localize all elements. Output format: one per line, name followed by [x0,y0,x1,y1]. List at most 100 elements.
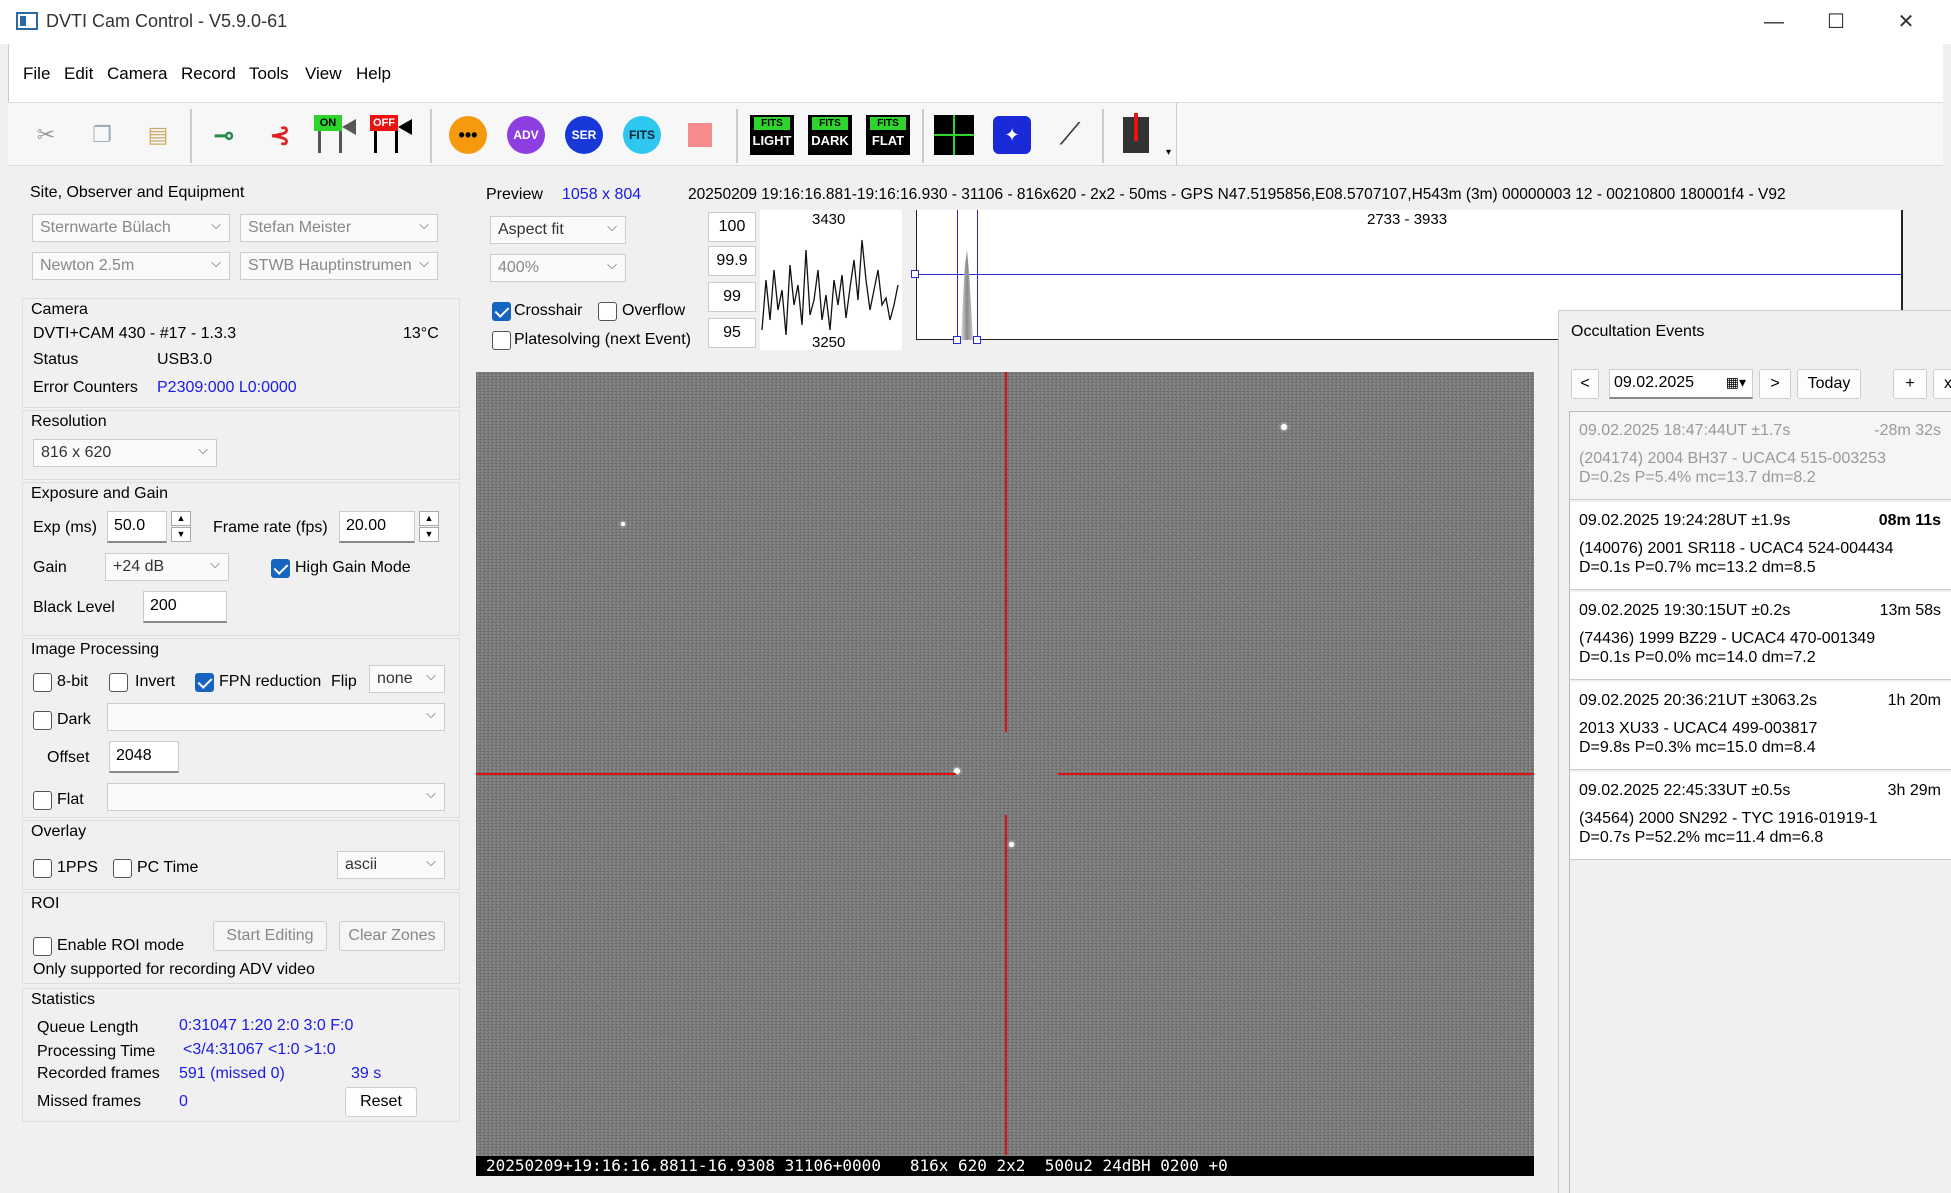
toolbar-overflow-icon[interactable]: ▾ [1166,147,1171,158]
zoom-select[interactable]: 400% ⌵ [490,254,626,282]
roi-enable-checkbox[interactable] [33,937,52,956]
menu-help[interactable]: Help [356,64,391,84]
histogram-peak [961,250,973,340]
list-item[interactable]: 09.02.2025 19:30:15UT ±0.2s 13m 58s (744… [1570,592,1951,680]
camera-off-button[interactable]: OFF [368,111,416,159]
record-adv-button[interactable]: ADV [502,111,550,159]
paste-button[interactable]: ▤ [134,111,182,159]
menu-view[interactable]: View [305,64,342,84]
stop-record-button[interactable] [676,111,724,159]
invert-checkbox[interactable] [109,673,128,692]
start-editing-button[interactable]: Start Editing [213,921,327,951]
exp-input[interactable]: 50.0 [107,511,167,543]
minimize-button[interactable]: — [1744,6,1804,38]
today-button[interactable]: Today [1797,369,1861,399]
flat-file-select[interactable]: ⌵ [107,783,445,811]
record-options-button[interactable]: ••• [444,111,492,159]
list-item[interactable]: 09.02.2025 18:47:44UT ±1.7s -28m 32s (20… [1570,412,1951,500]
connect-button[interactable]: ⊸ [200,111,248,159]
clear-zones-button[interactable]: Clear Zones [339,921,445,951]
overlay-format-select[interactable]: ascii ⌵ [337,851,445,879]
histogram-min-marker[interactable] [957,210,958,340]
app-icon [16,12,38,30]
record-fits-button[interactable]: FITS [618,111,666,159]
level-99-box[interactable]: 99 [708,282,756,312]
add-event-button[interactable]: + [1893,369,1927,399]
error-counters-label: Error Counters [33,379,138,396]
histogram-max-marker[interactable] [977,210,978,340]
instrument-select[interactable]: STWB Hauptinstrumen ⌵ [240,252,438,280]
camera-group-title: Camera [31,301,88,318]
high-gain-checkbox[interactable] [271,559,290,578]
gain-select[interactable]: +24 dB ⌵ [105,553,229,581]
platesolve-button[interactable]: ✦ [988,111,1036,159]
resolution-select[interactable]: 816 x 620 ⌵ [33,439,217,467]
menu-tools[interactable]: Tools [249,64,289,84]
gain-label: Gain [33,559,67,576]
more-dots-icon: ••• [449,116,487,154]
menu-file[interactable]: File [23,64,50,84]
calendar-icon[interactable]: ▦▾ [1726,374,1746,391]
fps-spinner[interactable]: ▲ ▼ [419,511,439,543]
flip-select[interactable]: none ⌵ [369,665,445,693]
platesolve-checkbox[interactable] [492,331,511,350]
site-select[interactable]: Sternwarte Bülach ⌵ [32,214,230,242]
copy-button[interactable]: ❐ [78,111,126,159]
list-item[interactable]: 09.02.2025 20:36:21UT ±3063.2s 1h 20m 20… [1570,682,1951,770]
high-gain-label: High Gain Mode [295,559,411,576]
1pps-checkbox[interactable] [33,859,52,878]
star-field-button[interactable] [930,111,978,159]
observer-select[interactable]: Stefan Meister ⌵ [240,214,438,242]
fit-mode-select[interactable]: Aspect fit ⌵ [490,216,626,244]
list-item[interactable]: 09.02.2025 19:24:28UT ±1.9s 08m 11s (140… [1570,502,1951,590]
menu-edit[interactable]: Edit [64,64,93,84]
close-button[interactable]: ✕ [1876,6,1936,38]
maximize-button[interactable]: ☐ [1806,6,1866,38]
menu-record[interactable]: Record [181,64,236,84]
record-ser-button[interactable]: SER [560,111,608,159]
prev-day-button[interactable]: < [1571,369,1599,399]
remove-event-button[interactable]: x [1933,369,1951,399]
preview-image[interactable]: 20250209+19:16:16.8811-16.9308 31106+000… [476,372,1534,1176]
level-95-box[interactable]: 95 [708,318,756,348]
cut-button[interactable]: ✂ [22,111,70,159]
window-title: DVTI Cam Control - V5.9.0-61 [46,11,288,31]
list-item[interactable]: 09.02.2025 22:45:33UT ±0.5s 3h 29m (3456… [1570,772,1951,860]
fits-dark-button[interactable]: FITS DARK [806,111,854,159]
next-day-button[interactable]: > [1759,369,1791,399]
hardware-button[interactable] [1112,111,1160,159]
fits-flat-button[interactable]: FITS FLAT [864,111,912,159]
exp-spinner[interactable]: ▲ ▼ [171,511,191,543]
level-999-box[interactable]: 99.9 [708,246,756,276]
flat-checkbox[interactable] [33,791,52,810]
fps-input[interactable]: 20.00 [339,511,415,543]
pctime-label: PC Time [137,859,199,876]
dark-checkbox[interactable] [33,711,52,730]
fpn-checkbox[interactable] [195,673,214,692]
chevron-down-icon: ⌵ [426,668,436,683]
offset-input[interactable]: 2048 [109,741,179,773]
graph-bottom-value: 3250 [812,334,846,351]
fits-light-button[interactable]: FITS LIGHT [748,111,796,159]
roi-group: ROI Enable ROI mode Start Editing Clear … [22,892,460,984]
adv-icon: ADV [507,116,545,154]
telescope-select[interactable]: Newton 2.5m ⌵ [32,252,230,280]
telescope-button[interactable]: ⟋ [1046,111,1094,159]
overflow-checkbox[interactable] [598,302,617,321]
offset-label: Offset [47,749,90,766]
histogram-level-line [917,274,1903,275]
8bit-checkbox[interactable] [33,673,52,692]
black-level-input[interactable]: 200 [143,591,227,623]
level-100-box[interactable]: 100 [708,212,756,242]
crosshair-checkbox[interactable] [492,302,511,321]
disconnect-button[interactable]: ⊰ [256,111,304,159]
fps-label: Frame rate (fps) [213,519,328,536]
date-picker[interactable]: 09.02.2025 ▦▾ [1609,369,1753,399]
pctime-checkbox[interactable] [113,859,132,878]
camera-on-button[interactable]: ON [312,111,360,159]
plug-disconnect-icon: ⊰ [269,119,291,150]
dark-file-select[interactable]: ⌵ [107,703,445,731]
menu-camera[interactable]: Camera [107,64,167,84]
roi-enable-label: Enable ROI mode [57,937,185,954]
reset-button[interactable]: Reset [345,1087,417,1117]
